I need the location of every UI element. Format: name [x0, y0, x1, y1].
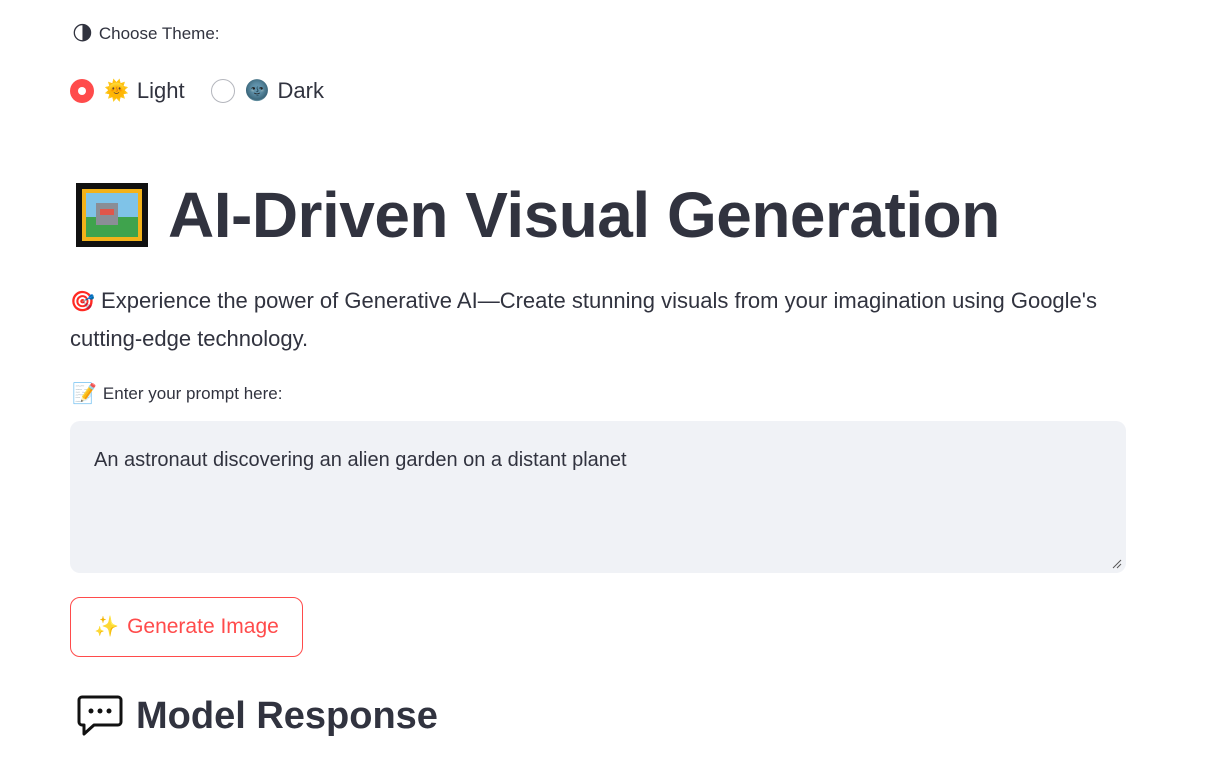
resize-handle-icon[interactable]	[1112, 559, 1122, 569]
model-response-heading-text: Model Response	[136, 694, 438, 737]
memo-icon: 📝	[72, 383, 97, 405]
theme-option-light-label: Light	[136, 78, 185, 103]
sun-icon: 🌞	[104, 80, 129, 102]
generate-image-button-label: Generate Image	[127, 615, 279, 638]
theme-option-dark-label: Dark	[277, 78, 324, 103]
page-title-text: AI-Driven Visual Generation	[168, 179, 1000, 251]
prompt-input[interactable]: An astronaut discovering an alien garden…	[70, 421, 1126, 573]
page-title: AI-Driven Visual Generation	[76, 178, 1000, 252]
prompt-input-container: An astronaut discovering an alien garden…	[70, 421, 1126, 573]
new-moon-icon: 🌚	[244, 80, 270, 102]
theme-radio-group: 🌞 Light 🌚 Dark	[70, 78, 324, 104]
prompt-label: 📝 Enter your prompt here:	[72, 384, 282, 404]
sparkles-icon: ✨	[94, 616, 120, 638]
generate-image-button[interactable]: ✨ Generate Image	[70, 597, 303, 657]
half-moon-icon: 🌗	[72, 23, 93, 45]
intro-text: 🎯 Experience the power of Generative AI—…	[70, 282, 1140, 358]
app-page: 🌗 Choose Theme: 🌞 Light 🌚 Dark AI-Driven…	[0, 0, 1223, 773]
framed-picture-icon	[76, 183, 148, 247]
theme-option-light[interactable]: 🌞 Light	[70, 78, 185, 104]
radio-light-indicator[interactable]	[70, 79, 94, 103]
theme-label-text: Choose Theme:	[98, 24, 220, 43]
prompt-label-text: Enter your prompt here:	[102, 384, 283, 403]
speech-bubble-icon	[77, 695, 123, 736]
theme-option-dark[interactable]: 🌚 Dark	[210, 78, 324, 104]
model-response-heading: Model Response	[76, 694, 438, 738]
intro-text-body: Experience the power of Generative AI—Cr…	[70, 288, 1097, 351]
theme-label: 🌗 Choose Theme:	[72, 24, 220, 44]
target-icon: 🎯	[70, 291, 95, 313]
radio-dark-indicator[interactable]	[210, 79, 235, 103]
